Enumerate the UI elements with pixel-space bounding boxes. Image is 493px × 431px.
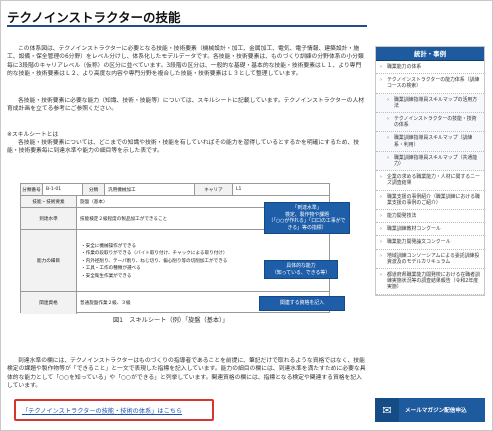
sidebar-item[interactable]: › 企業の求める職業能力・人材に関するニーズ調査結果 xyxy=(376,171,484,191)
sidebar-item[interactable]: › テクノインストラクターの技能・技術の体系 xyxy=(376,113,484,133)
chevron-right-icon: › xyxy=(380,64,382,70)
callout-detail: 具体的な能力 （知っている、できる等） xyxy=(264,260,338,280)
fig-cat-value: 汎用機械加工 xyxy=(105,184,195,195)
title-underline xyxy=(7,25,367,27)
fig-detail-label: 能力の細目 xyxy=(21,230,77,291)
figure-header-row: 分類番号 B-1-01 分類 汎用機械加工 キャリア L1 xyxy=(21,184,329,196)
skill-system-link[interactable]: 「テクノインストラクターの技能・技術の体系」はこちら xyxy=(22,406,182,415)
mail-magazine-label: メールマガジン配信申込 xyxy=(405,408,467,414)
sidebar-item-label: 職業訓練指導員スキルマップ（訓練系・利用） xyxy=(394,135,473,148)
sidebar-item-label: 職業訓練指導員スキルマップ（共通能力） xyxy=(394,154,478,168)
page-title: テクノインストラクターの技能 xyxy=(7,10,181,25)
skill-sheet-figure: 分類番号 B-1-01 分類 汎用機械加工 キャリア L1 技能・技術要素 旋盤… xyxy=(20,183,350,314)
sidebar-item-label: 職業訓練指導員スキルマップの活用方法 xyxy=(394,96,478,109)
callout-level: 「到達水準」 検定、製作物や課題 （「○○が作れる」「口口の工事ができる」等の指… xyxy=(264,202,350,235)
sidebar-header: 統計・事例 xyxy=(376,47,484,61)
sidebar-item[interactable]: › 職業能力開発論文コンクール xyxy=(376,236,484,250)
sidebar-item-label: 地域訓練コンソーシアムによる委託訓練投資波及のモデルカリキュラム xyxy=(387,252,480,265)
mail-icon: ✉ xyxy=(375,398,399,422)
chevron-right-icon: › xyxy=(380,213,382,220)
chevron-right-icon: › xyxy=(380,239,382,246)
fig-level-label: 到達水準 xyxy=(21,208,77,229)
sidebar-item[interactable]: › 職業訓練指導員スキルマップの活用方法 xyxy=(376,93,484,114)
chevron-right-icon: › xyxy=(380,174,382,181)
fig-detail-item: ・工具・工作の種類が選べる xyxy=(81,266,141,271)
sidebar-item-label: 職業支援の事例紹介（職業訓練における職業支援の事例のご紹介） xyxy=(387,193,480,206)
sidebar-item-label: テクノインストラクターの能力体系（訓練コースの検索） xyxy=(387,77,480,90)
sidebar-item-label: 都道府県職業能力開発校における在職者訓練実施状況等の調査結果報告（令和2年度実施… xyxy=(387,272,480,291)
sidebar-item-label: 職業能力開発論文コンクール xyxy=(387,239,451,246)
callout-cert: 関連する資格を記入 xyxy=(259,296,345,311)
fig-career-value: L1 xyxy=(236,187,242,192)
fig-detail-item: ・内外径削り、テーパ削り、ねじ切り、偏心削り等の切削加工ができる xyxy=(81,258,228,264)
sidebar-item[interactable]: › 地域訓練コンソーシアムによる委託訓練投資波及のモデルカリキュラム xyxy=(376,249,484,270)
sidebar-item[interactable]: › 職業訓練指導員スキルマップ（共通能力） xyxy=(376,151,484,172)
sidebar-item[interactable]: › 職業訓練教材コンクール xyxy=(376,223,484,237)
chevron-right-icon: › xyxy=(387,135,389,142)
fig-detail-item: ・作業の段取りができる（バイト取り付け、チャックによる取り付け） xyxy=(81,251,228,256)
sidebar-item[interactable]: › 職業支援の事例紹介（職業訓練における職業支援の事例のご紹介） xyxy=(376,190,484,211)
sidebar-item[interactable]: › 都道府県職業能力開発校における在職者訓練実施状況等の調査結果報告（令和2年度実… xyxy=(376,269,484,295)
paragraph-skill-sheet-ref: 各技能・技術要素に必要な能力（知識、技術・技能等）については、スキルシートに記載… xyxy=(7,98,365,113)
paragraph-intro: この体系図は、テクノインストラクターに必要となる技能・技術要素（機械設計・加工、… xyxy=(7,46,364,78)
chevron-right-icon: › xyxy=(380,226,382,233)
chevron-right-icon: › xyxy=(387,116,389,123)
chevron-right-icon: › xyxy=(380,193,382,200)
sidebar-item-label: 職業訓練教材コンクール xyxy=(387,226,441,233)
chevron-right-icon: › xyxy=(380,77,382,84)
fig-no-label: 分類番号 xyxy=(21,184,43,195)
fig-no-value: B-1-01 xyxy=(43,184,83,195)
fig-detail-item: ・安全に機械操作ができる xyxy=(81,243,137,249)
fig-cert-label: 関連資格 xyxy=(21,292,77,314)
mail-magazine-button[interactable]: ✉ メールマガジン配信申込 xyxy=(375,398,485,422)
sidebar-item-label: 職業能力の体系 xyxy=(387,64,422,70)
sidebar-item[interactable]: › 職業訓練指導員スキルマップ（訓練系・利用） xyxy=(376,132,484,152)
sidebar-item[interactable]: › 能力開発技法 xyxy=(376,210,484,224)
page-frame: テクノインストラクターの技能 この体系図は、テクノインストラクターに必要となる技… xyxy=(0,0,493,431)
sidebar-item-label: 能力開発技法 xyxy=(387,213,417,220)
sidebar: 統計・事例 › 職業能力の体系 › テクノインストラクターの能力体系（訓練コースの検索… xyxy=(375,46,485,296)
chevron-right-icon: › xyxy=(387,96,389,103)
highlight-box: 「テクノインストラクターの技能・技術の体系」はこちら xyxy=(14,399,214,421)
chevron-right-icon: › xyxy=(387,154,389,161)
sidebar-item-label: テクノインストラクターの技能・技術の体系 xyxy=(394,116,477,129)
fig-detail-item: ・安全衛生作業ができる xyxy=(81,273,132,279)
sidebar-item[interactable]: › テクノインストラクターの能力体系（訓練コースの検索） xyxy=(376,74,484,94)
fig-skill-label: 技能・技術要素 xyxy=(21,196,77,207)
figure-caption: 図1 スキルシート（例）「旋盤（基本）」 xyxy=(113,317,229,324)
paragraph-level-explain: 到達水準の欄には、テクノインストラクターはものづくりの指導者であることを前提に、… xyxy=(7,358,366,390)
sidebar-item-label: 企業の求める職業能力・人材に関するニーズ調査結果 xyxy=(387,174,480,187)
chevron-right-icon: › xyxy=(380,272,382,279)
sidebar-item[interactable]: › 職業能力の体系 xyxy=(376,61,484,75)
paragraph-skill-sheet-desc: 各技能・技術要素については、どこまでの知識や技術・技能を有していればその能力を習… xyxy=(7,140,360,155)
fig-career-label: キャリア xyxy=(195,184,233,195)
fig-cat-label: 分類 xyxy=(83,184,105,195)
chevron-right-icon: › xyxy=(380,252,382,259)
